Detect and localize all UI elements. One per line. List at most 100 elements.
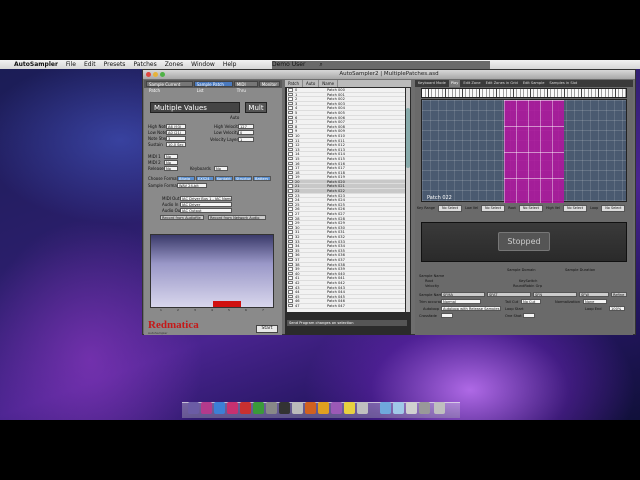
- row-checkbox[interactable]: [288, 92, 293, 97]
- tab-sample-current-patch[interactable]: Sample Current Patch: [146, 81, 193, 93]
- row-checkbox[interactable]: [288, 161, 293, 165]
- row-checkbox[interactable]: [288, 152, 293, 156]
- menu-window[interactable]: Window: [191, 61, 215, 68]
- scrollbar[interactable]: [406, 88, 410, 312]
- refine-button[interactable]: Refine: [611, 292, 627, 297]
- row-checkbox[interactable]: [288, 290, 293, 294]
- row-checkbox[interactable]: [288, 189, 293, 193]
- tab-edit-zone[interactable]: Edit Zone: [461, 80, 482, 87]
- row-checkbox[interactable]: [288, 193, 293, 198]
- midi-out-select[interactable]: IAC Driver Bus 1 - IAC Name: [180, 196, 232, 201]
- format-bitwig[interactable]: Bitwig: [177, 176, 195, 181]
- column-patch[interactable]: Patch: [285, 80, 303, 87]
- midi2-field[interactable]: No: [164, 160, 178, 165]
- menu-patches[interactable]: Patches: [133, 61, 156, 68]
- auto-cell[interactable]: [315, 304, 327, 308]
- app-icon[interactable]: [279, 402, 290, 414]
- row-checkbox[interactable]: [288, 262, 293, 267]
- menu-help[interactable]: Help: [223, 61, 237, 68]
- sfat-button[interactable]: SFAT: [487, 292, 531, 297]
- finder-icon[interactable]: [188, 402, 199, 414]
- patch-list[interactable]: 0 Patch 000 1 Patch 001 2 Patch 002 3 Patch 003…: [287, 88, 405, 312]
- format-structure[interactable]: Structure: [234, 176, 252, 181]
- row-checkbox[interactable]: [288, 248, 293, 253]
- close-icon[interactable]: [146, 72, 151, 77]
- auto-cell[interactable]: [315, 258, 327, 262]
- velocity-layers-field[interactable]: 1: [238, 137, 254, 142]
- auto-cell[interactable]: [315, 295, 327, 299]
- auto-cell[interactable]: [315, 93, 327, 97]
- auto-cell[interactable]: [315, 157, 327, 161]
- auto-cell[interactable]: [315, 221, 327, 225]
- sfma-button[interactable]: SFMA: [441, 292, 485, 297]
- zone-block[interactable]: [504, 100, 564, 203]
- row-checkbox[interactable]: [288, 216, 293, 221]
- auto-cell[interactable]: [315, 194, 327, 198]
- app-icon[interactable]: [227, 402, 238, 414]
- row-checkbox[interactable]: [288, 175, 293, 179]
- auto-cell[interactable]: [315, 198, 327, 202]
- row-checkbox[interactable]: [288, 184, 293, 188]
- minimize-icon[interactable]: [153, 72, 158, 77]
- row-checkbox[interactable]: [288, 230, 293, 234]
- row-checkbox[interactable]: [288, 235, 293, 239]
- auto-cell[interactable]: [315, 217, 327, 221]
- audio-out-select[interactable]: IAC Output: [180, 208, 232, 213]
- column-name[interactable]: Name: [319, 80, 339, 87]
- auto-cell[interactable]: [315, 129, 327, 133]
- row-checkbox[interactable]: [288, 285, 293, 290]
- row-checkbox[interactable]: [288, 97, 293, 101]
- tail-select[interactable]: No Cut: [521, 299, 541, 304]
- row-checkbox[interactable]: [288, 244, 293, 248]
- filter-root[interactable]: No Select: [518, 205, 543, 212]
- high-velocity-field[interactable]: 127: [238, 124, 254, 129]
- autoloop-select[interactable]: Autoloop with Release Samples: [441, 306, 501, 311]
- app-icon[interactable]: [292, 402, 303, 414]
- auto-cell[interactable]: [315, 111, 327, 115]
- auto-cell[interactable]: [315, 166, 327, 170]
- app-icon[interactable]: [357, 402, 368, 414]
- row-checkbox[interactable]: [288, 221, 293, 225]
- row-checkbox[interactable]: [288, 303, 293, 308]
- start-button[interactable]: Start: [256, 325, 278, 333]
- release-field[interactable]: No: [164, 166, 178, 171]
- row-checkbox[interactable]: [288, 253, 293, 257]
- row-checkbox[interactable]: [288, 156, 293, 161]
- sfw-button[interactable]: SFW: [579, 292, 609, 297]
- record-audiofile-button[interactable]: Record from Audiofile: [160, 215, 204, 220]
- stopped-status[interactable]: Stopped: [498, 232, 550, 251]
- trash-icon[interactable]: [434, 402, 445, 414]
- auto-cell[interactable]: [315, 203, 327, 207]
- auto-cell[interactable]: [315, 88, 327, 92]
- row-checkbox[interactable]: [288, 202, 293, 207]
- auto-cell[interactable]: [315, 189, 327, 193]
- auto-cell[interactable]: [315, 244, 327, 248]
- row-checkbox[interactable]: [288, 267, 293, 271]
- midi1-field[interactable]: No: [164, 154, 178, 159]
- row-checkbox[interactable]: [288, 143, 293, 147]
- mult-button[interactable]: Mult: [245, 102, 267, 113]
- auto-cell[interactable]: [315, 175, 327, 179]
- tab-sample-patch-list[interactable]: Sample Patch List: [193, 81, 233, 93]
- auto-cell[interactable]: [315, 143, 327, 147]
- row-checkbox[interactable]: [288, 212, 293, 216]
- row-checkbox[interactable]: [288, 207, 293, 211]
- menu-file[interactable]: File: [66, 61, 76, 68]
- row-checkbox[interactable]: [288, 166, 293, 170]
- tab-keyboard-mode[interactable]: Keyboard Mode: [416, 80, 448, 87]
- auto-cell[interactable]: [315, 212, 327, 216]
- normalization-select[interactable]: None: [583, 299, 607, 304]
- patch-name-field[interactable]: Multiple Values: [150, 102, 240, 113]
- row-checkbox[interactable]: [288, 280, 293, 285]
- app-icon[interactable]: [266, 402, 277, 414]
- tab-edit-sample[interactable]: Edit Sample: [521, 80, 547, 87]
- format-kontakt[interactable]: Kontakt: [215, 176, 233, 181]
- app-icon[interactable]: [406, 402, 417, 414]
- one-shot-field[interactable]: [523, 313, 535, 318]
- row-checkbox[interactable]: [288, 225, 293, 230]
- auto-cell[interactable]: [315, 290, 327, 294]
- app-icon[interactable]: [419, 402, 430, 414]
- auto-cell[interactable]: [315, 134, 327, 138]
- row-checkbox[interactable]: [288, 239, 293, 244]
- auto-cell[interactable]: [315, 97, 327, 101]
